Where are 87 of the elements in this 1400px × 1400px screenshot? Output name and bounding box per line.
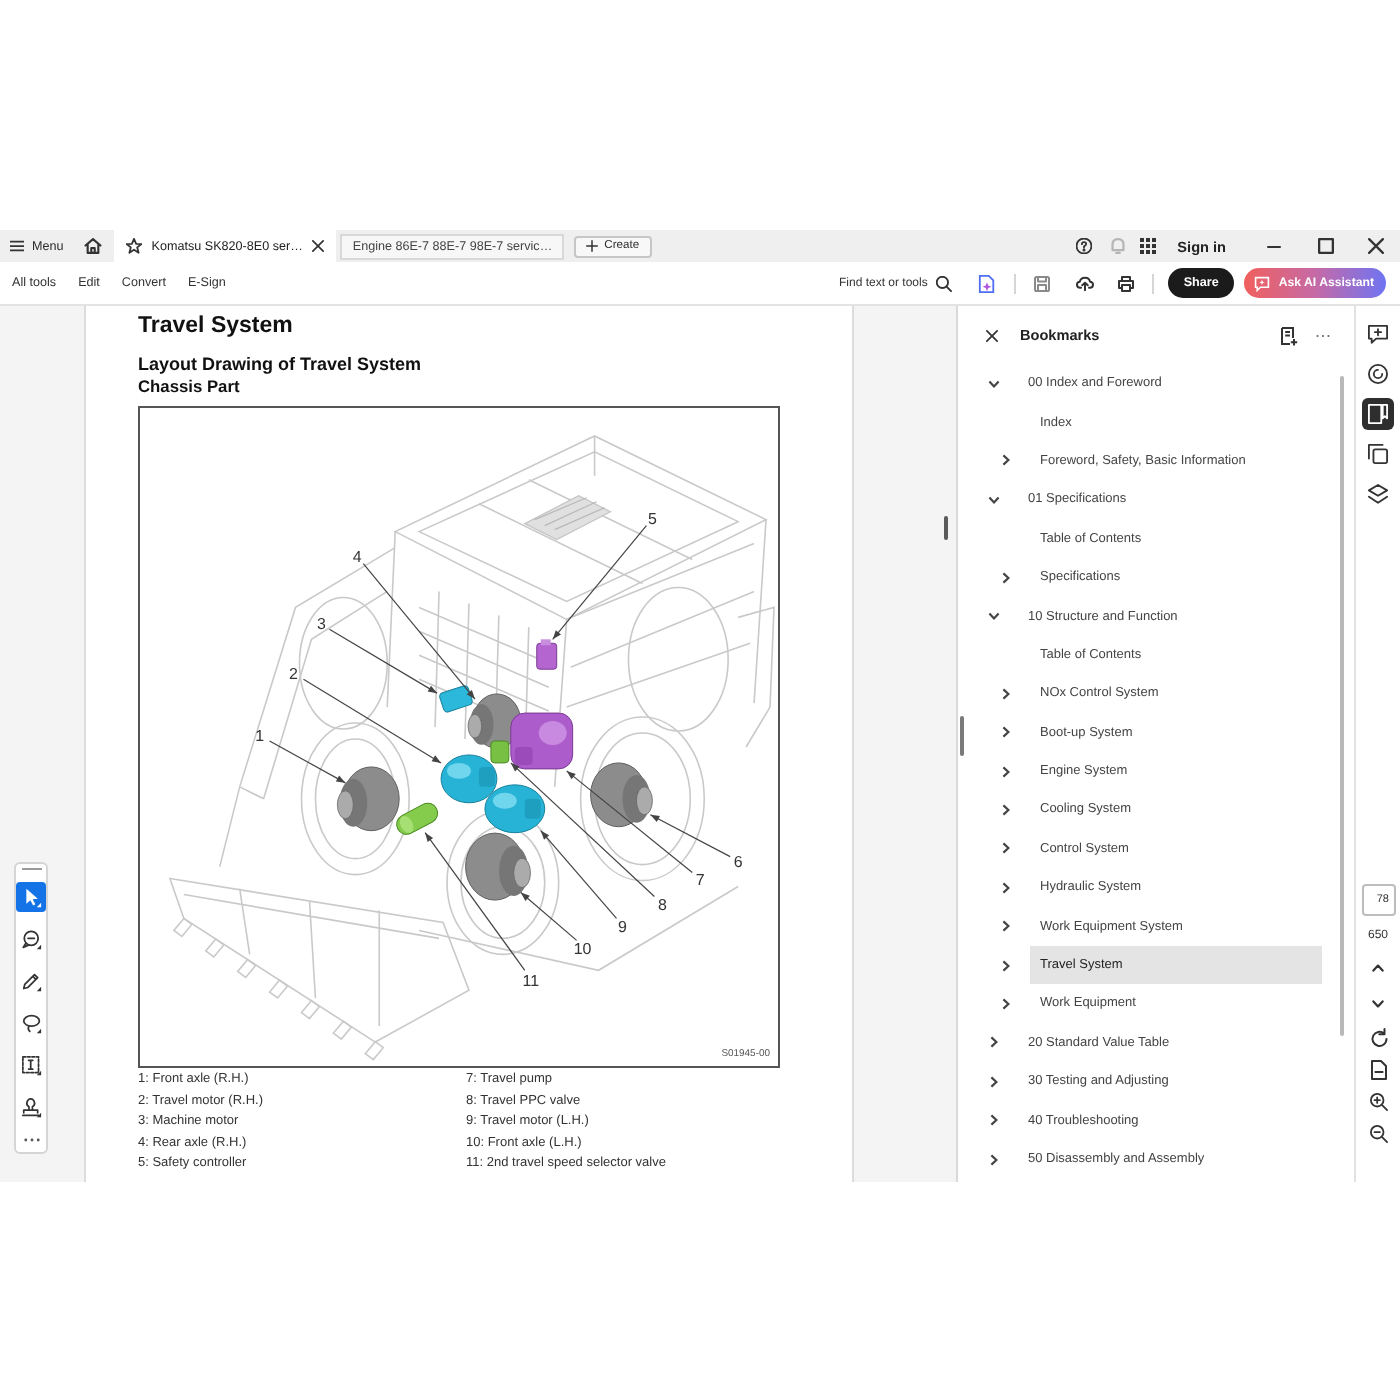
pen-icon xyxy=(21,971,41,991)
panel-button[interactable] xyxy=(1362,398,1394,430)
pump-part xyxy=(510,712,574,770)
chevron-right-icon[interactable] xyxy=(1002,920,1010,933)
chevron-right-icon[interactable] xyxy=(990,1114,998,1127)
chevron-right-icon[interactable] xyxy=(1002,881,1010,894)
bookmark-icon xyxy=(1368,404,1388,424)
valve-part xyxy=(490,740,510,764)
comment-icon xyxy=(21,929,41,949)
chevron-right-icon[interactable] xyxy=(1002,454,1010,467)
text-box-icon xyxy=(21,1055,41,1075)
close-icon[interactable] xyxy=(312,240,325,252)
chevron-right-icon[interactable] xyxy=(1002,726,1010,739)
minimize-icon[interactable] xyxy=(1266,245,1282,247)
chevron-right-icon[interactable] xyxy=(1002,842,1010,855)
chevron-right-icon[interactable] xyxy=(990,1153,998,1165)
drag-handle[interactable] xyxy=(21,868,41,870)
callout-number: 4 xyxy=(352,547,362,566)
layers-icon xyxy=(1368,484,1388,504)
copy-pages-icon xyxy=(1368,444,1388,464)
scrollbar-thumb[interactable] xyxy=(944,516,948,540)
help-icon[interactable] xyxy=(1075,238,1092,254)
close-icon[interactable] xyxy=(986,329,998,341)
zoom-in-icon[interactable] xyxy=(1369,1092,1387,1112)
star-icon[interactable] xyxy=(125,238,142,254)
save-icon[interactable] xyxy=(1033,275,1050,291)
chevron-right-icon[interactable] xyxy=(1002,571,1010,584)
scrollbar-thumb[interactable] xyxy=(1340,376,1344,1036)
chevron-right-icon[interactable] xyxy=(1002,687,1010,700)
subsection-heading: Chassis Part xyxy=(138,376,242,398)
callout-number: 3 xyxy=(317,615,326,634)
swirl-icon xyxy=(1368,364,1388,384)
zoom-out-icon[interactable] xyxy=(1369,1124,1387,1144)
maximize-icon[interactable] xyxy=(1318,238,1334,254)
vent-grille xyxy=(523,495,612,541)
callout-number: 10 xyxy=(573,940,592,959)
callout-number: 7 xyxy=(695,870,705,889)
tool-button[interactable] xyxy=(16,1092,46,1122)
plus-icon xyxy=(586,240,599,252)
motor-part xyxy=(440,754,498,804)
callout-number: 11 xyxy=(522,972,540,991)
callout-number: 2 xyxy=(289,665,298,684)
chevron-down-icon[interactable] xyxy=(988,495,1000,504)
apps-grid-icon[interactable] xyxy=(1139,238,1156,254)
panel-button[interactable] xyxy=(1362,438,1394,470)
home-icon[interactable] xyxy=(83,238,102,254)
chevron-right-icon[interactable] xyxy=(1002,803,1010,816)
chat-sparkle-icon xyxy=(1254,275,1271,291)
motor-part xyxy=(484,784,546,834)
chevron-right-icon[interactable] xyxy=(990,1036,998,1049)
stamp-icon xyxy=(21,1097,41,1117)
axle-part xyxy=(337,766,400,832)
callout-number: 6 xyxy=(733,852,743,871)
close-icon[interactable] xyxy=(1368,238,1384,254)
callout-number: 8 xyxy=(657,896,667,915)
printer-icon[interactable] xyxy=(1117,275,1134,291)
document-icon[interactable] xyxy=(1369,1060,1387,1080)
callout-number: 5 xyxy=(647,509,657,528)
search-icon xyxy=(935,275,952,291)
menu-icon xyxy=(10,240,24,252)
cursor-icon xyxy=(21,887,41,907)
axle-part xyxy=(465,832,531,901)
splitter-handle[interactable] xyxy=(960,716,964,756)
chevron-down-icon[interactable] xyxy=(988,612,1000,621)
tool-button[interactable] xyxy=(16,1050,46,1080)
lasso-icon xyxy=(21,1013,41,1033)
rotate-icon[interactable] xyxy=(1369,1028,1387,1048)
comment-add-icon xyxy=(1368,324,1388,344)
chevron-up-icon[interactable] xyxy=(1372,964,1384,972)
leader-line xyxy=(552,525,647,640)
axle-part xyxy=(590,762,653,828)
chevron-right-icon[interactable] xyxy=(990,1075,998,1088)
panel-button[interactable] xyxy=(1362,358,1394,390)
callout-number: 1 xyxy=(255,727,265,745)
page-heading: Travel System xyxy=(138,312,295,342)
section-heading: Layout Drawing of Travel System xyxy=(138,352,424,376)
chevron-down-icon[interactable] xyxy=(1372,1000,1384,1008)
cloud-upload-icon[interactable] xyxy=(1075,275,1094,291)
add-bookmark-icon[interactable] xyxy=(1280,325,1298,345)
controller-part xyxy=(536,639,558,670)
chevron-right-icon[interactable] xyxy=(1002,959,1010,972)
sparkle-document-icon[interactable] xyxy=(977,273,996,293)
motor-part xyxy=(438,684,474,714)
chevron-right-icon[interactable] xyxy=(1002,765,1010,778)
chevron-down-icon[interactable] xyxy=(988,379,1000,388)
callout-number: 9 xyxy=(618,918,627,937)
chevron-right-icon[interactable] xyxy=(1002,997,1010,1010)
